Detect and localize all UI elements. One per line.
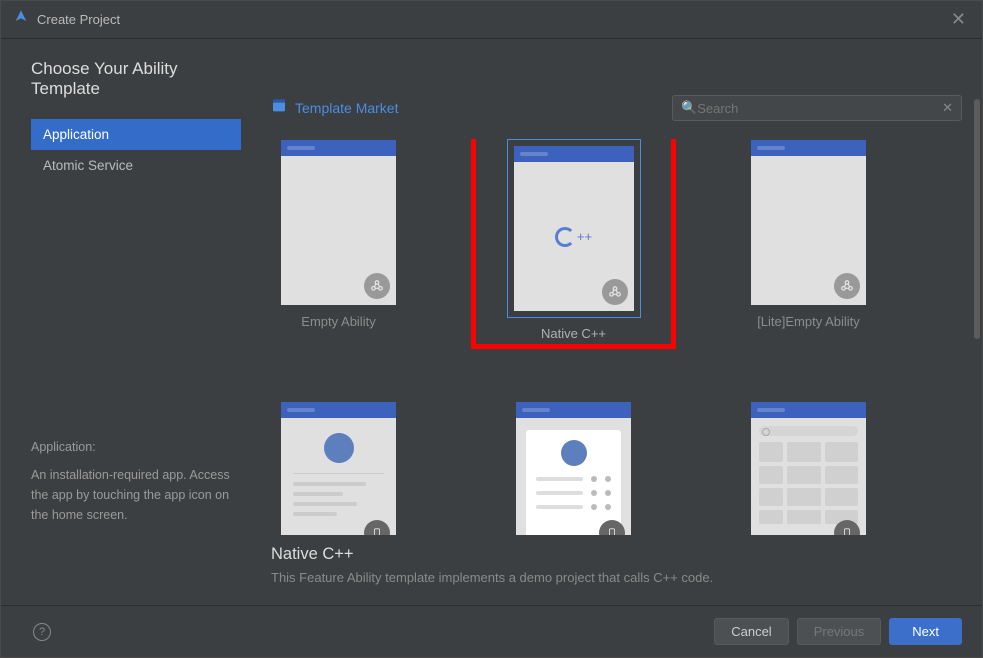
device-badge-icon bbox=[599, 520, 625, 535]
selected-template-title: Native C++ bbox=[271, 545, 962, 564]
sidebar-list: Application Atomic Service bbox=[31, 119, 241, 181]
selected-template-description: This Feature Ability template implements… bbox=[271, 570, 962, 585]
ability-badge-icon bbox=[834, 273, 860, 299]
cancel-button[interactable]: Cancel bbox=[714, 618, 788, 645]
titlebar-left: Create Project bbox=[13, 9, 120, 30]
device-badge-icon bbox=[364, 520, 390, 535]
clear-icon[interactable]: ✕ bbox=[942, 100, 953, 116]
template-native-cpp[interactable]: ++ Native C++ bbox=[506, 139, 641, 341]
page-title: Choose Your Ability Template bbox=[31, 59, 241, 99]
template-label: [Lite]Empty Ability bbox=[757, 314, 860, 329]
template-thumbnail bbox=[516, 402, 631, 535]
template-thumbnail bbox=[281, 402, 396, 535]
template-label: Empty Ability bbox=[301, 314, 375, 329]
template-list-ability[interactable] bbox=[506, 401, 641, 535]
template-empty-ability[interactable]: Empty Ability bbox=[271, 139, 406, 341]
sidebar-item-label: Atomic Service bbox=[43, 158, 133, 173]
sidebar-item-application[interactable]: Application bbox=[31, 119, 241, 150]
sidebar-item-atomic-service[interactable]: Atomic Service bbox=[31, 150, 241, 181]
sidebar: Choose Your Ability Template Application… bbox=[1, 39, 251, 605]
template-about-ability[interactable] bbox=[271, 401, 406, 535]
selected-template-info: Native C++ This Feature Ability template… bbox=[271, 535, 962, 605]
search-icon: 🔍 bbox=[681, 100, 697, 116]
close-icon[interactable]: ✕ bbox=[947, 9, 970, 30]
titlebar: Create Project ✕ bbox=[1, 1, 982, 39]
sidebar-desc-body: An installation-required app. Access the… bbox=[31, 465, 241, 525]
sidebar-item-label: Application bbox=[43, 127, 109, 142]
main-panel: Template Market 🔍 ✕ bbox=[251, 39, 982, 605]
footer-buttons: Cancel Previous Next bbox=[714, 618, 962, 645]
template-thumbnail bbox=[281, 140, 396, 305]
ability-badge-icon bbox=[364, 273, 390, 299]
dialog-window: Create Project ✕ Choose Your Ability Tem… bbox=[0, 0, 983, 658]
template-grid-ability[interactable] bbox=[741, 401, 876, 535]
previous-button[interactable]: Previous bbox=[797, 618, 882, 645]
window-title: Create Project bbox=[37, 12, 120, 27]
template-grid: Empty Ability ++ bbox=[271, 139, 962, 535]
help-icon[interactable]: ? bbox=[33, 623, 51, 641]
template-label: Native C++ bbox=[541, 326, 606, 341]
cpp-icon: ++ bbox=[555, 227, 592, 247]
main-header: Template Market 🔍 ✕ bbox=[271, 95, 962, 121]
footer: ? Cancel Previous Next bbox=[1, 605, 982, 657]
sidebar-description: Application: An installation-required ap… bbox=[31, 437, 241, 585]
template-market-link[interactable]: Template Market bbox=[295, 100, 398, 116]
next-button[interactable]: Next bbox=[889, 618, 962, 645]
search-input[interactable] bbox=[697, 101, 942, 116]
ability-badge-icon bbox=[602, 279, 628, 305]
sidebar-desc-title: Application: bbox=[31, 437, 241, 457]
search-box[interactable]: 🔍 ✕ bbox=[672, 95, 962, 121]
template-thumbnail bbox=[751, 402, 866, 535]
market-icon bbox=[271, 98, 287, 119]
template-thumbnail: ++ bbox=[514, 146, 634, 311]
content-area: Choose Your Ability Template Application… bbox=[1, 39, 982, 605]
template-lite-empty-ability[interactable]: [Lite]Empty Ability bbox=[741, 139, 876, 341]
template-thumbnail bbox=[751, 140, 866, 305]
scrollbar[interactable] bbox=[974, 99, 980, 339]
app-logo-icon bbox=[13, 9, 29, 30]
